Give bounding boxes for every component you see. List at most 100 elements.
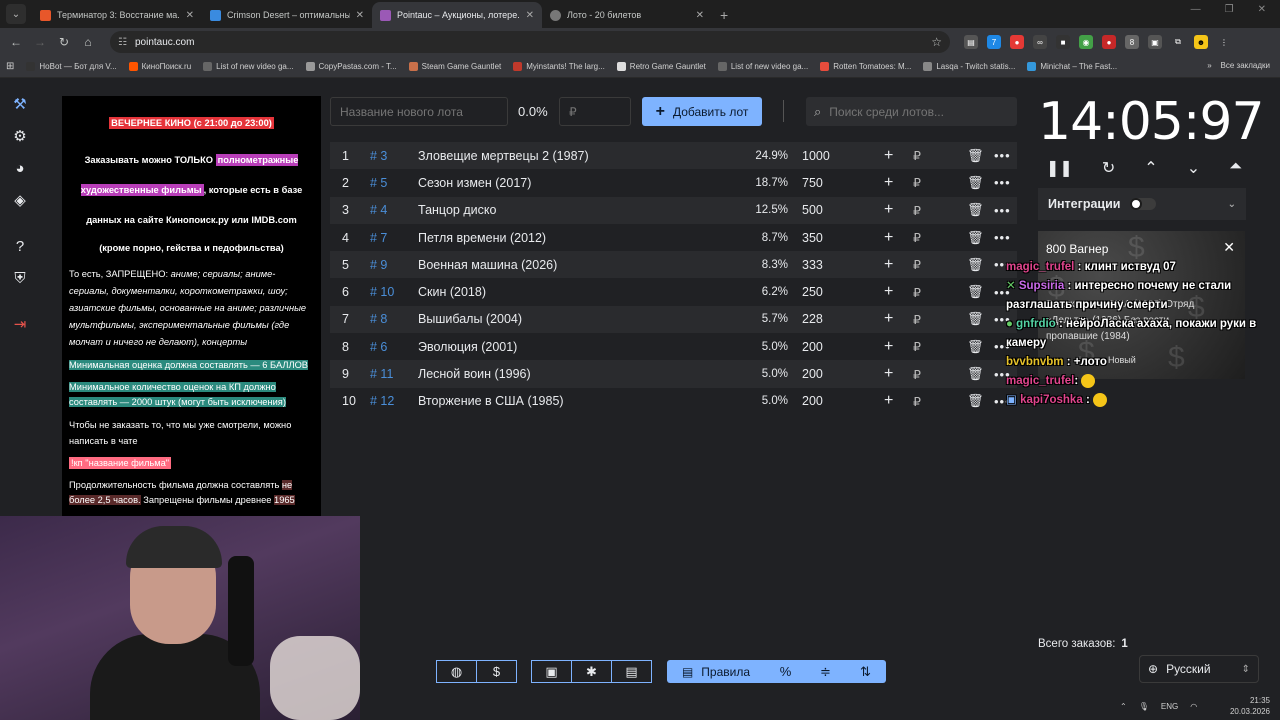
keyboard-language[interactable]: ENG	[1161, 702, 1178, 711]
lot-id[interactable]: # 3	[370, 149, 387, 163]
integrations-panel[interactable]: Интеграции ⌄	[1038, 188, 1246, 220]
extensions-puzzle-icon[interactable]: ⧉	[1171, 35, 1185, 49]
add-lot-button[interactable]: + Добавить лот	[642, 97, 762, 126]
double-chevron-up-icon[interactable]: ⏶	[1229, 158, 1242, 178]
lot-name[interactable]: Сезон измен (2017)	[418, 176, 531, 190]
wifi-icon[interactable]: ◠	[1190, 702, 1197, 711]
lot-amount[interactable]: 200	[802, 394, 823, 408]
more-options-icon[interactable]: •••	[994, 230, 1011, 245]
maximize-icon[interactable]: ❐	[1225, 4, 1234, 15]
sort-icon[interactable]: ⇅	[845, 660, 886, 683]
bookmark-item[interactable]: Lasqa - Twitch statis...	[917, 62, 1021, 71]
more-options-icon[interactable]: •••	[994, 203, 1011, 218]
add-amount-icon[interactable]: +	[884, 147, 893, 165]
lot-amount[interactable]: 750	[802, 176, 823, 190]
chevron-down-icon[interactable]: ⌄	[1187, 158, 1200, 178]
close-icon[interactable]: ✕	[526, 10, 534, 21]
more-options-icon[interactable]: •••	[994, 148, 1011, 163]
add-amount-icon[interactable]: +	[884, 365, 893, 383]
bookmark-item[interactable]: HoBot — Бот для V...	[20, 62, 122, 71]
bookmark-item[interactable]: List of new video ga...	[712, 62, 814, 71]
lot-id[interactable]: # 8	[370, 312, 387, 326]
extension-icon[interactable]: ◉	[1079, 35, 1093, 49]
clear-icon[interactable]: ▤	[611, 660, 652, 683]
bookmark-item[interactable]: Rotten Tomatoes: M...	[814, 62, 917, 71]
tab-search-button[interactable]: ⌄	[6, 4, 26, 24]
trash-icon[interactable]: 🗑	[967, 393, 984, 409]
microphone-icon[interactable]: 🎙	[1139, 702, 1149, 711]
bookmark-item[interactable]: КиноПоиск.ru	[123, 62, 198, 71]
lot-amount[interactable]: 333	[802, 258, 823, 272]
profile-avatar[interactable]: ☻	[1194, 35, 1208, 49]
bug-icon[interactable]: ✱	[571, 660, 612, 683]
lot-id[interactable]: # 4	[370, 203, 387, 217]
add-amount-icon[interactable]: +	[884, 338, 893, 356]
layers-icon[interactable]: ◈	[10, 190, 30, 210]
lot-id[interactable]: # 9	[370, 258, 387, 272]
restart-icon[interactable]: ↻	[1102, 158, 1115, 178]
lot-name[interactable]: Петля времени (2012)	[418, 231, 546, 245]
bookmark-star-icon[interactable]: ☆	[931, 35, 942, 49]
trash-icon[interactable]: 🗑	[967, 366, 984, 382]
rules-button[interactable]: ▤ Правила	[666, 660, 766, 683]
trash-icon[interactable]: 🗑	[967, 257, 984, 273]
new-lot-name-input[interactable]	[330, 97, 508, 126]
extension-icon[interactable]: ▣	[1148, 35, 1162, 49]
integrations-toggle[interactable]	[1130, 198, 1157, 210]
site-info-icon[interactable]: ☷	[118, 37, 127, 48]
shield-icon[interactable]: ⛨	[10, 268, 30, 288]
browser-tab-2[interactable]: Crimson Desert – оптимальны... ✕	[202, 2, 372, 28]
lot-amount[interactable]: 200	[802, 340, 823, 354]
percent-icon[interactable]: %	[765, 660, 806, 683]
add-amount-icon[interactable]: +	[884, 256, 893, 274]
add-amount-icon[interactable]: +	[884, 283, 893, 301]
more-options-icon[interactable]: •••	[994, 175, 1011, 190]
lot-id[interactable]: # 11	[370, 367, 393, 381]
lot-amount[interactable]: 250	[802, 285, 823, 299]
lot-name[interactable]: Военная машина (2026)	[418, 258, 557, 272]
chevron-down-icon[interactable]: ⌄	[1228, 199, 1236, 210]
pause-icon[interactable]: ❚❚	[1046, 158, 1073, 178]
bookmark-item[interactable]: List of new video ga...	[197, 62, 299, 71]
system-clock[interactable]: 21:35 20.03.2026	[1230, 695, 1270, 717]
extension-icon[interactable]: ■	[1056, 35, 1070, 49]
lot-amount[interactable]: 1000	[802, 149, 830, 163]
donate-icon[interactable]: $	[476, 660, 517, 683]
trash-icon[interactable]: 🗑	[967, 202, 984, 218]
new-tab-button[interactable]: +	[720, 7, 728, 23]
add-amount-icon[interactable]: +	[884, 201, 893, 219]
lot-name[interactable]: Танцор диско	[418, 203, 496, 217]
lot-name[interactable]: Вторжение в США (1985)	[418, 394, 564, 408]
home-icon[interactable]: ⌂	[76, 35, 100, 49]
github-icon[interactable]: ◍	[436, 660, 477, 683]
apps-grid-icon[interactable]: ⊞	[0, 61, 20, 72]
lot-amount[interactable]: 200	[802, 367, 823, 381]
address-bar[interactable]: ☷ pointauc.com ☆	[110, 31, 950, 53]
close-icon[interactable]: ✕	[356, 10, 364, 21]
all-bookmarks[interactable]: » Все закладки	[1207, 61, 1270, 70]
ruble-icon[interactable]: ₽	[913, 312, 921, 327]
bookmark-item[interactable]: CopyPastas.com - T...	[300, 62, 403, 71]
close-window-icon[interactable]: ✕	[1258, 4, 1266, 15]
ruble-icon[interactable]: ₽	[913, 203, 921, 218]
lot-id[interactable]: # 5	[370, 176, 387, 190]
lot-search[interactable]: ⌕	[806, 97, 1017, 126]
lot-name[interactable]: Вышибалы (2004)	[418, 312, 522, 326]
close-icon[interactable]: ✕	[696, 10, 704, 21]
bookmark-item[interactable]: Steam Game Gauntlet	[403, 62, 508, 71]
back-arrow-icon[interactable]: ←	[4, 35, 28, 49]
extension-icon[interactable]: ●	[1102, 35, 1116, 49]
trash-icon[interactable]: 🗑	[967, 175, 984, 191]
ruble-icon[interactable]: ₽	[913, 230, 921, 245]
gear-icon[interactable]: ⚙	[10, 126, 30, 146]
compress-icon[interactable]: ≑	[805, 660, 846, 683]
ruble-icon[interactable]: ₽	[913, 148, 921, 163]
browser-tab-4[interactable]: Лото - 20 билетов ✕	[542, 2, 712, 28]
lot-amount[interactable]: 350	[802, 231, 823, 245]
lot-search-input[interactable]	[829, 104, 1000, 119]
lot-id[interactable]: # 7	[370, 231, 387, 245]
extension-icon[interactable]: ▤	[964, 35, 978, 49]
trash-icon[interactable]: 🗑	[967, 230, 984, 246]
ruble-icon[interactable]: ₽	[913, 367, 921, 382]
ruble-icon[interactable]: ₽	[913, 257, 921, 272]
